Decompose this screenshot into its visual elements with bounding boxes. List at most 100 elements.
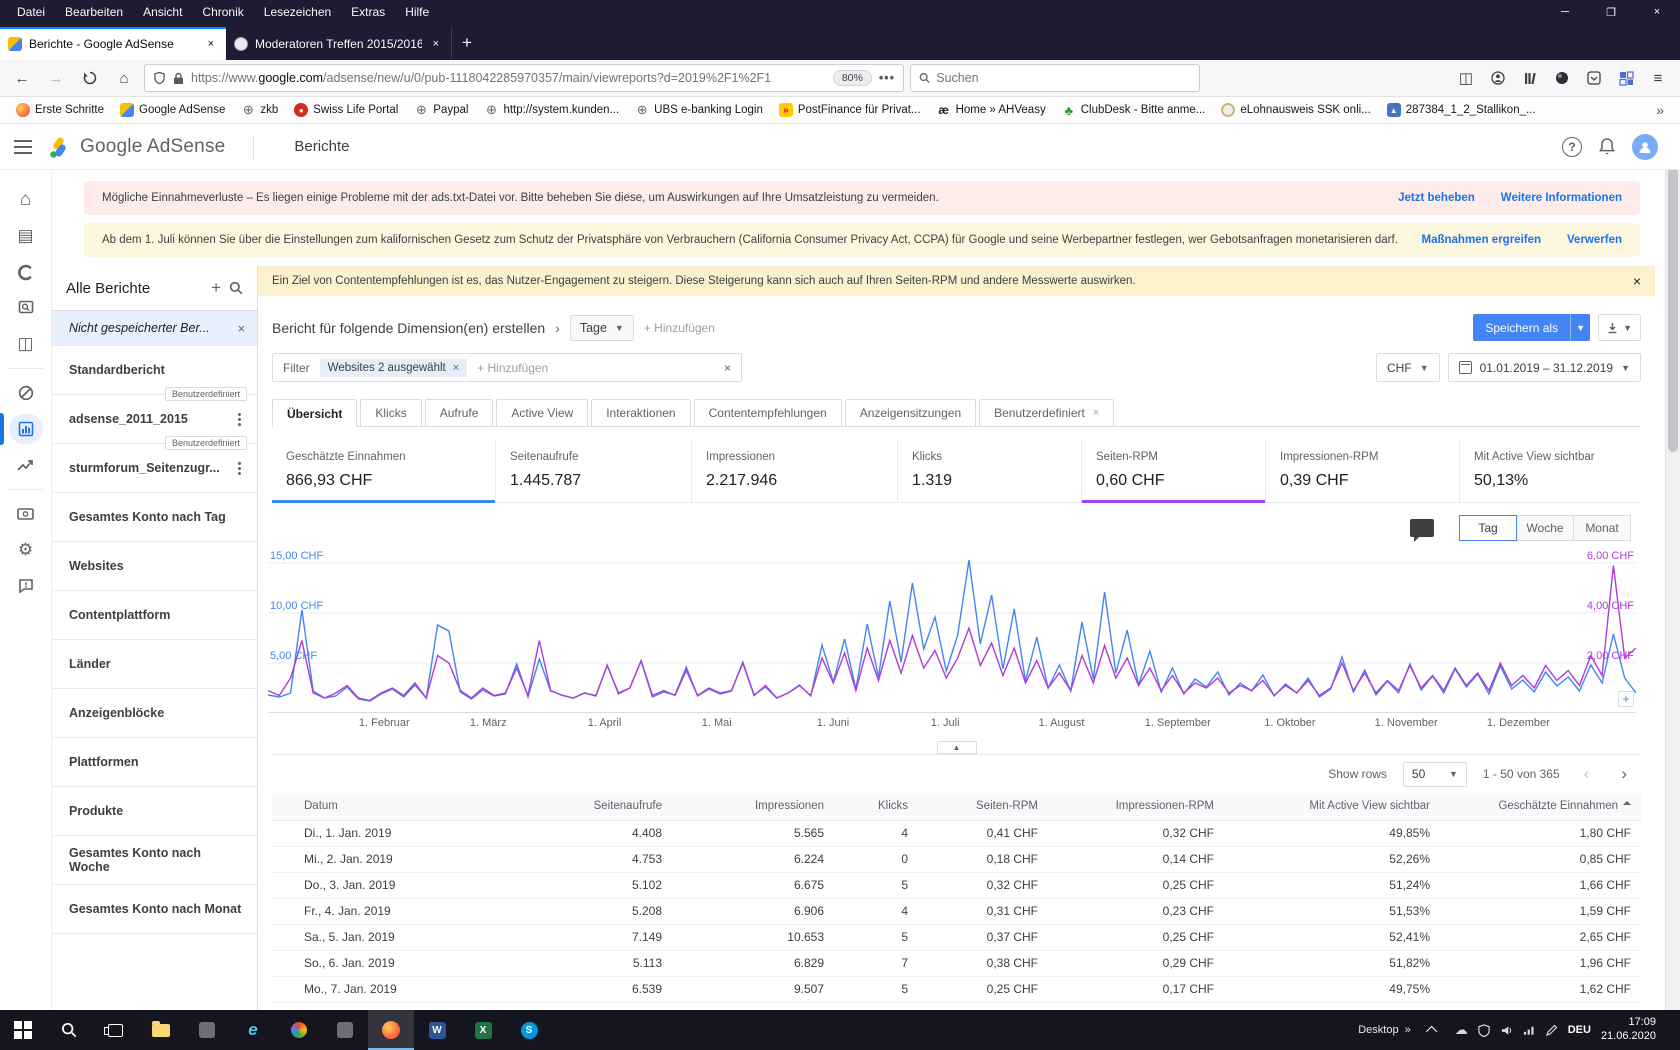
tab-close-icon[interactable]: × [204, 36, 218, 52]
task-view-button[interactable] [92, 1010, 138, 1050]
next-page-icon[interactable]: › [1613, 764, 1635, 784]
metric-klicks[interactable]: Klicks1.319 [898, 441, 1082, 502]
taskbar-app-app-generic-2[interactable] [322, 1010, 368, 1050]
taskbar-app-word[interactable]: W [414, 1010, 460, 1050]
filter-box[interactable]: Filter Websites 2 ausgewählt× + Hinzufüg… [272, 353, 742, 382]
tracking-shield-icon[interactable] [153, 71, 166, 85]
nav-reports-icon[interactable] [0, 411, 52, 447]
column-header-impressionen[interactable]: Impressionen [672, 793, 834, 820]
browser-tab-berichte-google-adsense[interactable]: Berichte - Google AdSense× [0, 27, 226, 60]
add-filter-placeholder[interactable]: + Hinzufügen [477, 361, 548, 375]
bookmark-elohnausweis-ssk-onli[interactable]: eLohnausweis SSK onli... [1215, 100, 1376, 120]
security-shield-icon[interactable] [1478, 1024, 1490, 1037]
help-icon[interactable]: ? [1562, 137, 1582, 157]
menu-hilfe[interactable]: Hilfe [396, 2, 438, 22]
start-button[interactable] [0, 1010, 46, 1050]
more-info-link[interactable]: Weitere Informationen [1501, 192, 1622, 204]
onedrive-cloud-icon[interactable]: ☁ [1455, 1022, 1468, 1038]
table-row[interactable]: Di., 1. Jan. 20194.4085.56540,41 CHF0,32… [272, 820, 1641, 846]
add-dimension-button[interactable]: + Hinzufügen [644, 321, 715, 335]
tab-anzeigensitzungen[interactable]: Anzeigensitzungen [845, 399, 976, 426]
bookmark-zkb[interactable]: ⊕zkb [235, 100, 284, 120]
report-item-gesamtes-konto-nach-tag[interactable]: Gesamtes Konto nach Tag [52, 493, 257, 542]
metric-gesch-tzte-einnahmen[interactable]: Geschätzte Einnahmen866,93 CHF [272, 441, 496, 502]
lock-icon[interactable] [173, 72, 184, 85]
taskbar-app-internet-explorer[interactable]: e [230, 1010, 276, 1050]
scrollbar-thumb[interactable] [1668, 152, 1678, 452]
browser-tab-moderatoren-treffen-2015-2016[interactable]: Moderatoren Treffen 2015/2016× [226, 27, 452, 60]
chart-explore-icon[interactable]: + [1618, 691, 1634, 707]
table-row[interactable]: So., 6. Jan. 20195.1136.82970,38 CHF0,29… [272, 950, 1641, 976]
bookmark-paypal[interactable]: ⊕Paypal [408, 100, 474, 120]
kebab-menu-icon[interactable] [234, 458, 245, 479]
websites-filter-chip[interactable]: Websites 2 ausgewählt× [320, 359, 468, 377]
bookmark-http-system-kunden[interactable]: ⊕http://system.kunden... [478, 100, 625, 120]
period-button-woche[interactable]: Woche [1516, 515, 1574, 541]
column-header-klicks[interactable]: Klicks [834, 793, 918, 820]
column-header-gesch-tzte-einnahmen[interactable]: Geschätzte Einnahmen [1440, 793, 1641, 820]
take-action-link[interactable]: Maßnahmen ergreifen [1422, 234, 1542, 246]
previous-page-icon[interactable]: ‹ [1576, 764, 1598, 784]
metric-impressionen-rpm[interactable]: Impressionen-RPM0,39 CHF [1266, 441, 1460, 502]
page-scrollbar[interactable] [1665, 124, 1680, 1010]
chip-remove-icon[interactable]: × [453, 362, 459, 374]
report-item-plattformen[interactable]: Plattformen [52, 738, 257, 787]
currency-dropdown[interactable]: CHF▼ [1376, 353, 1440, 382]
nav-home-icon[interactable]: ⌂ [0, 182, 52, 218]
tab-benutzerdefiniert[interactable]: Benutzerdefiniert× [979, 399, 1114, 426]
speed-dial-grid-icon[interactable] [1612, 65, 1640, 91]
kebab-menu-icon[interactable] [234, 409, 245, 430]
metric-mit-active-view-sichtbar[interactable]: Mit Active View sichtbar50,13% [1460, 441, 1641, 502]
bookmark-swiss-life-portal[interactable]: ●Swiss Life Portal [288, 100, 404, 120]
menu-datei[interactable]: Datei [8, 2, 54, 22]
menu-chronik[interactable]: Chronik [193, 2, 252, 22]
library-icon[interactable] [1516, 65, 1544, 91]
search-bar[interactable] [910, 64, 1200, 92]
report-close-icon[interactable]: × [237, 321, 245, 336]
zoom-level-badge[interactable]: 80% [833, 70, 872, 86]
column-header-mit-active-view-sichtbar[interactable]: Mit Active View sichtbar [1224, 793, 1440, 820]
table-row[interactable]: Mo., 7. Jan. 20196.5399.50750,25 CHF0,17… [272, 976, 1641, 1002]
pen-icon[interactable] [1546, 1024, 1558, 1036]
download-button[interactable]: ▼ [1598, 314, 1641, 341]
bookmark-google-adsense[interactable]: Google AdSense [114, 100, 231, 120]
taskbar-app-excel[interactable]: X [460, 1010, 506, 1050]
hamburger-menu-icon[interactable] [0, 140, 46, 154]
taskbar-app-app-generic-1[interactable] [184, 1010, 230, 1050]
table-row[interactable]: Do., 3. Jan. 20195.1026.67550,32 CHF0,25… [272, 872, 1641, 898]
nav-optimization-icon[interactable] [0, 447, 52, 483]
taskbar-app-chrome[interactable] [276, 1010, 322, 1050]
menu-extras[interactable]: Extras [342, 2, 394, 22]
tab-contentempfehlungen[interactable]: Contentempfehlungen [694, 399, 842, 426]
annotation-comment-icon[interactable] [1410, 519, 1434, 537]
bookmark-clubdesk-bitte-anme[interactable]: ♣ClubDesk - Bitte anme... [1056, 100, 1212, 120]
report-item-produkte[interactable]: Produkte [52, 787, 257, 836]
reload-button[interactable] [76, 65, 104, 91]
fix-now-link[interactable]: Jetzt beheben [1398, 192, 1475, 204]
minimize-button[interactable]: ─ [1542, 0, 1588, 24]
metric-seiten-rpm[interactable]: Seiten-RPM0,60 CHF [1082, 441, 1266, 502]
avatar[interactable] [1632, 134, 1658, 160]
taskbar-clock[interactable]: 17:0921.06.2020 [1601, 1016, 1656, 1044]
nav-brand-safety-icon[interactable] [0, 254, 52, 290]
save-as-button[interactable]: Speichern als [1473, 314, 1570, 341]
menu-ansicht[interactable]: Ansicht [134, 2, 191, 22]
menu-bearbeiten[interactable]: Bearbeiten [56, 2, 132, 22]
url-bar[interactable]: https://www.google.com/adsense/new/u/0/p… [144, 64, 904, 92]
close-button[interactable]: × [1634, 0, 1680, 24]
network-icon[interactable] [1523, 1024, 1536, 1036]
bookmarks-overflow-chevron[interactable]: » [1650, 102, 1670, 118]
report-item-contentplattform[interactable]: Contentplattform [52, 591, 257, 640]
volume-icon[interactable] [1500, 1024, 1513, 1037]
dismiss-link[interactable]: Verwerfen [1567, 234, 1622, 246]
home-button[interactable]: ⌂ [110, 65, 138, 91]
tab-klicks[interactable]: Klicks [360, 399, 421, 426]
nav-blocking-controls-icon[interactable] [0, 375, 52, 411]
tab-close-icon[interactable]: × [1093, 407, 1099, 419]
bookmark-home-ahveasy[interactable]: æHome » AHVeasy [931, 100, 1052, 120]
column-header-datum[interactable]: Datum [272, 793, 500, 820]
search-reports-icon[interactable] [229, 281, 243, 295]
nav-feedback-icon[interactable] [0, 568, 52, 604]
add-report-button[interactable]: + [203, 278, 229, 298]
report-item-gesamtes-konto-nach-woche[interactable]: Gesamtes Konto nach Woche [52, 836, 257, 885]
